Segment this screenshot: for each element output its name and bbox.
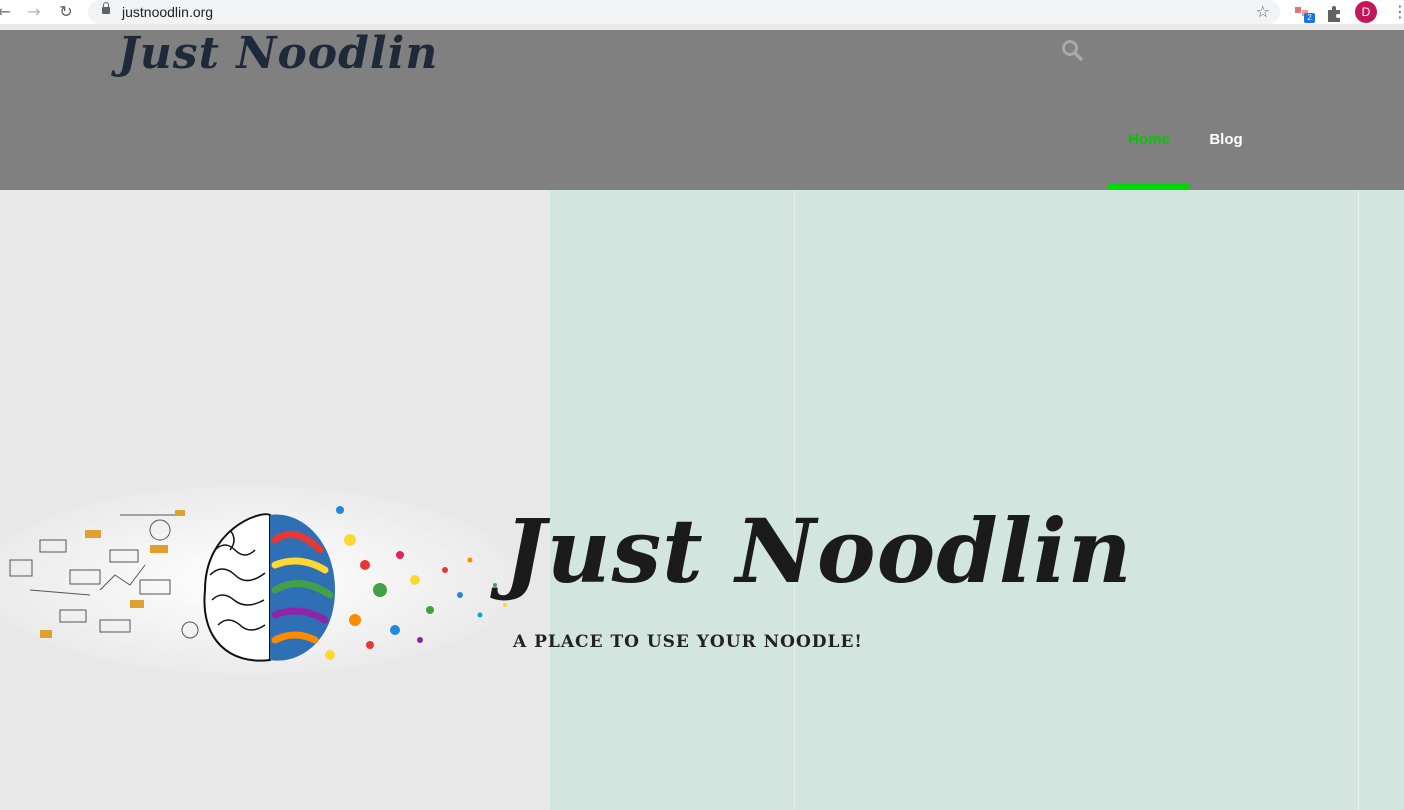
forward-icon[interactable]: →: [24, 2, 44, 22]
browser-toolbar: ← → ↻ justnoodlin.org ☆ 2 D ⋮: [0, 0, 1404, 24]
profile-avatar[interactable]: D: [1355, 1, 1377, 23]
extensions-puzzle-icon[interactable]: [1323, 2, 1345, 24]
address-bar[interactable]: justnoodlin.org ☆: [88, 0, 1280, 24]
browser-menu-icon[interactable]: ⋮: [1392, 2, 1404, 21]
search-icon[interactable]: [1060, 38, 1084, 62]
divider-line: [1358, 190, 1359, 810]
back-icon[interactable]: ←: [0, 2, 14, 22]
bookmark-star-icon[interactable]: ☆: [1256, 2, 1270, 21]
extension-badge: 2: [1304, 13, 1315, 23]
brain-illustration: [0, 485, 520, 675]
site-header: Just Noodlin Home Blog: [0, 28, 1404, 190]
nav-active-indicator: [1108, 184, 1190, 189]
nav-home[interactable]: Home: [1108, 130, 1190, 160]
reload-icon[interactable]: ↻: [56, 2, 76, 22]
hero-tagline: A PLACE TO USE YOUR NOODLE!: [513, 632, 863, 652]
url-text: justnoodlin.org: [122, 4, 214, 20]
hero-title: Just Noodlin: [504, 499, 1133, 603]
site-logo[interactable]: Just Noodlin: [118, 28, 438, 79]
nav-blog[interactable]: Blog: [1198, 130, 1254, 160]
lock-icon: [102, 2, 110, 14]
